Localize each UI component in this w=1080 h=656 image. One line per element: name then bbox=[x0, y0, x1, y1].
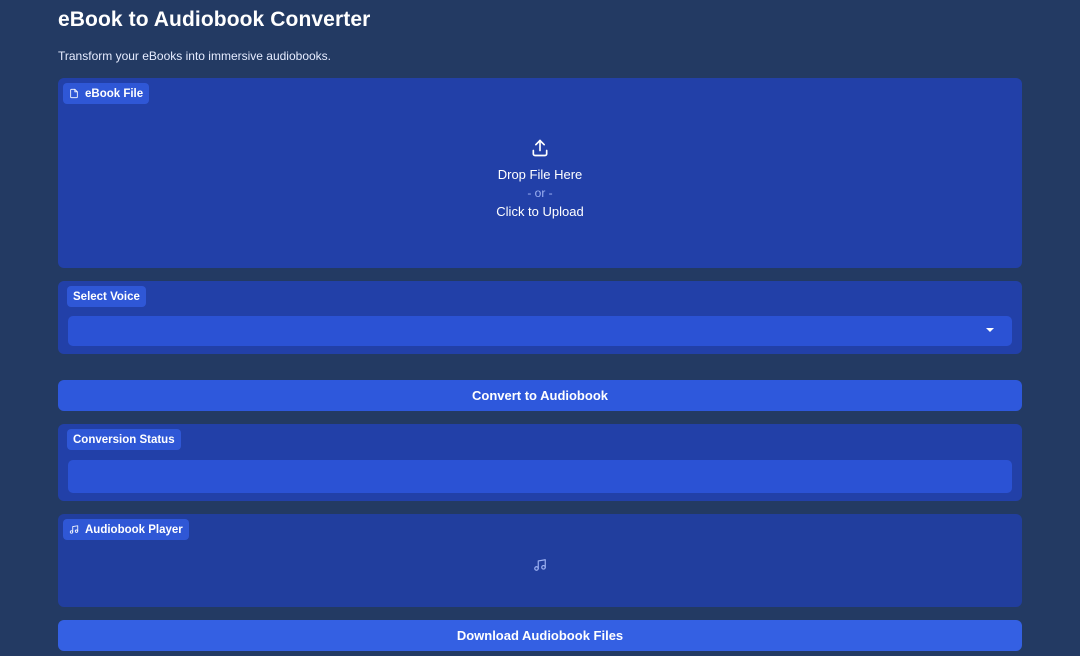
conversion-status-field[interactable] bbox=[68, 460, 1012, 493]
audiobook-player-label: Audiobook Player bbox=[63, 519, 189, 540]
conversion-status-panel: Conversion Status bbox=[58, 424, 1022, 501]
page-title: eBook to Audiobook Converter bbox=[58, 8, 371, 31]
app-page: eBook to Audiobook Converter Transform y… bbox=[0, 0, 1080, 656]
ebook-file-label-text: eBook File bbox=[85, 87, 144, 100]
click-to-upload-text: Click to Upload bbox=[496, 204, 584, 219]
ebook-file-panel: Drop File Here - or - Click to Upload eB… bbox=[58, 78, 1022, 268]
voice-dropdown[interactable] bbox=[68, 316, 1012, 346]
conversion-status-label-text: Conversion Status bbox=[73, 433, 175, 446]
music-note-icon bbox=[69, 524, 79, 535]
convert-button[interactable]: Convert to Audiobook bbox=[58, 380, 1022, 411]
chevron-down-icon bbox=[986, 328, 994, 332]
select-voice-label-text: Select Voice bbox=[73, 290, 140, 303]
upload-icon bbox=[530, 138, 550, 158]
download-button[interactable]: Download Audiobook Files bbox=[58, 620, 1022, 651]
ebook-file-label: eBook File bbox=[63, 83, 150, 104]
audiobook-player-label-text: Audiobook Player bbox=[85, 523, 183, 536]
conversion-status-label: Conversion Status bbox=[67, 429, 181, 450]
audiobook-player-panel: Audiobook Player bbox=[58, 514, 1022, 607]
drop-file-text: Drop File Here bbox=[497, 167, 583, 182]
music-note-icon bbox=[533, 558, 547, 572]
file-dropzone[interactable]: Drop File Here - or - Click to Upload bbox=[58, 78, 1022, 268]
file-icon bbox=[69, 88, 79, 99]
select-voice-label: Select Voice bbox=[67, 286, 146, 307]
select-voice-panel: Select Voice bbox=[58, 281, 1022, 354]
or-separator: - or - bbox=[527, 186, 553, 200]
page-subtitle: Transform your eBooks into immersive aud… bbox=[58, 49, 331, 63]
